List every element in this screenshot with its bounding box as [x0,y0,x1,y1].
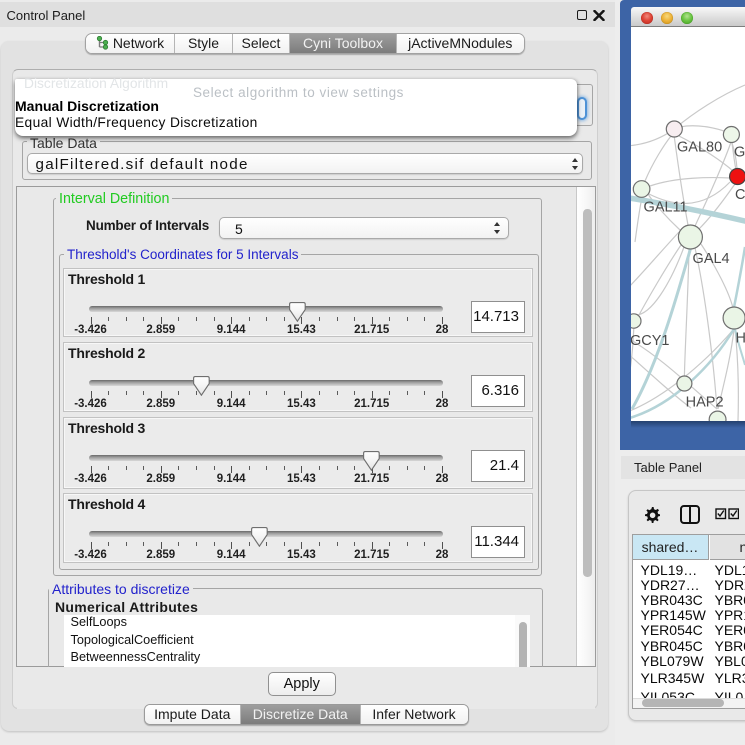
svg-text:HAP2: HAP2 [686,395,724,411]
svg-text:C: C [735,187,745,203]
svg-text:GAL4: GAL4 [693,251,730,267]
svg-text:GAL11: GAL11 [644,200,688,216]
svg-text:GCY1: GCY1 [631,333,670,349]
svg-text:GA: GA [734,145,745,161]
svg-text:HI: HI [736,331,745,347]
svg-text:GAL80: GAL80 [677,140,722,156]
